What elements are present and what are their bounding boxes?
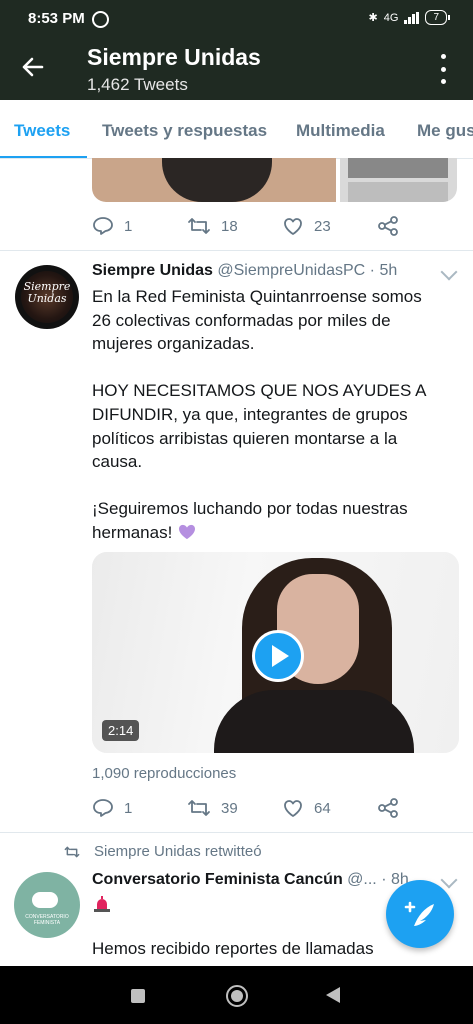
- compose-tweet-button[interactable]: [386, 880, 454, 948]
- status-icons: ✱ 4G 7: [368, 10, 450, 25]
- heart-icon: [284, 218, 302, 235]
- retweet-count: 18: [221, 217, 238, 235]
- back-arrow-icon[interactable]: [20, 54, 46, 80]
- status-time: 8:53 PM: [28, 10, 85, 27]
- tab-tweets[interactable]: Tweets: [14, 121, 70, 141]
- tweet-author-name[interactable]: Conversatorio Feminista Cancún: [92, 871, 343, 888]
- compose-feather-icon: [404, 901, 434, 926]
- tweet-handle-time: @SiempreUnidasPC · 5h: [212, 262, 398, 279]
- play-button-icon[interactable]: [252, 630, 304, 682]
- retweet-button[interactable]: 18: [187, 216, 238, 236]
- tweet-count: 1,462 Tweets: [87, 75, 188, 94]
- retweet-icon: [188, 800, 210, 816]
- retweet-icon: [188, 218, 210, 234]
- recent-apps-icon[interactable]: [131, 989, 145, 1003]
- tweet-body: Hemos recibido reportes de llamadas: [92, 939, 374, 958]
- profile-title: Siempre Unidas: [87, 44, 261, 70]
- tweet-actions: 1 39 64: [92, 795, 422, 821]
- retweet-count: 39: [221, 799, 238, 817]
- tab-tweets-replies[interactable]: Tweets y respuestas: [102, 121, 267, 141]
- previous-tweet-actions: 1 18 23: [92, 213, 422, 239]
- active-tab-indicator: [0, 156, 87, 158]
- like-count: 64: [314, 799, 331, 817]
- tweet-text: En la Red Feminista Quintanrroense somos…: [92, 285, 444, 545]
- home-icon[interactable]: [226, 985, 248, 1007]
- retweeted-by-line: Siempre Unidas retwitteó: [64, 843, 262, 860]
- retweet-icon: [64, 846, 80, 857]
- reply-button[interactable]: 1: [92, 216, 132, 236]
- avatar[interactable]: Siempre Unidas: [15, 265, 79, 329]
- share-icon: [378, 798, 398, 818]
- retweet-button[interactable]: 39: [187, 798, 238, 818]
- share-button[interactable]: [377, 216, 399, 236]
- tweet-header: Siempre Unidas @SiempreUnidasPC · 5h: [92, 262, 397, 280]
- reply-icon: [93, 799, 113, 817]
- video-duration: 2:14: [102, 720, 140, 741]
- like-button[interactable]: 64: [282, 798, 331, 818]
- tweet-body: En la Red Feminista Quintanrroense somos…: [92, 287, 426, 542]
- network-label: 4G: [383, 11, 399, 24]
- battery-icon: 7: [425, 10, 450, 25]
- reply-icon: [93, 217, 113, 235]
- video-player[interactable]: 2:14: [92, 552, 459, 753]
- share-icon: [378, 216, 398, 236]
- share-button[interactable]: [377, 798, 399, 818]
- profile-header: Siempre Unidas 1,462 Tweets: [0, 38, 473, 100]
- android-nav-bar: [0, 966, 473, 1024]
- view-count: 1,090 reproducciones: [92, 765, 237, 782]
- previous-tweet-media[interactable]: [92, 158, 457, 202]
- profile-tabs: Tweets Tweets y respuestas Multimedia Me…: [0, 100, 473, 159]
- retweeted-by-text[interactable]: Siempre Unidas retwitteó: [94, 843, 262, 860]
- avatar[interactable]: CONVERSATORIO FEMINISTA: [14, 872, 80, 938]
- reply-count: 1: [124, 799, 133, 817]
- nav-back-icon[interactable]: [326, 987, 340, 1003]
- siren-emoji-icon: [94, 896, 110, 912]
- whatsapp-icon: [92, 11, 109, 28]
- heart-icon: [284, 800, 302, 817]
- tab-media[interactable]: Multimedia: [296, 121, 385, 141]
- reply-button[interactable]: 1: [92, 798, 132, 818]
- chevron-down-icon[interactable]: [440, 263, 458, 281]
- like-count: 23: [314, 217, 331, 235]
- purple-heart-emoji-icon: [179, 524, 196, 540]
- bluetooth-icon: ✱: [368, 12, 378, 24]
- signal-icon: [404, 11, 420, 24]
- reply-count: 1: [124, 217, 133, 235]
- tab-likes[interactable]: Me gus: [417, 121, 473, 141]
- tweet-author-name[interactable]: Siempre Unidas: [92, 262, 213, 279]
- media-image[interactable]: [92, 158, 336, 202]
- tweet-divider: [0, 832, 473, 833]
- avatar-logo-text: Siempre Unidas: [23, 280, 71, 305]
- more-options-icon[interactable]: [441, 54, 447, 84]
- status-bar: 8:53 PM ✱ 4G 7: [0, 0, 473, 38]
- tweet-divider: [0, 250, 473, 251]
- like-button[interactable]: 23: [282, 216, 331, 236]
- avatar-logo-text: CONVERSATORIO FEMINISTA: [25, 914, 69, 926]
- media-image[interactable]: [340, 158, 457, 202]
